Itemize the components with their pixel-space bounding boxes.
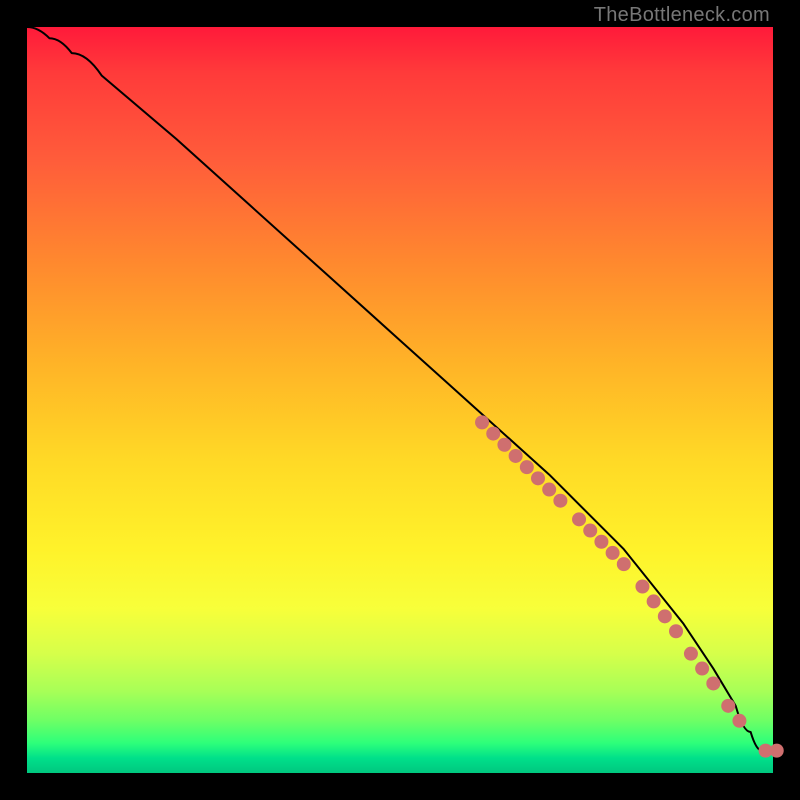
scatter-point: [509, 449, 523, 463]
scatter-point: [770, 744, 784, 758]
scatter-point: [475, 415, 489, 429]
scatter-point: [531, 471, 545, 485]
watermark-text: TheBottleneck.com: [594, 4, 770, 27]
scatter-point: [594, 535, 608, 549]
scatter-point: [721, 699, 735, 713]
scatter-point: [497, 438, 511, 452]
scatter-point: [669, 624, 683, 638]
chart-overlay: [27, 27, 773, 773]
scatter-point: [635, 580, 649, 594]
scatter-point: [486, 427, 500, 441]
scatter-point: [706, 676, 720, 690]
scatter-point: [695, 662, 709, 676]
scatter-point: [542, 483, 556, 497]
scatter-point: [572, 512, 586, 526]
scatter-point: [583, 524, 597, 538]
scatter-point: [520, 460, 534, 474]
chart-curve: [27, 27, 773, 751]
chart-scatter-points: [475, 415, 784, 757]
scatter-point: [553, 494, 567, 508]
scatter-point: [684, 647, 698, 661]
scatter-point: [647, 594, 661, 608]
scatter-point: [617, 557, 631, 571]
scatter-point: [732, 714, 746, 728]
scatter-point: [658, 609, 672, 623]
chart-stage: TheBottleneck.com: [0, 0, 800, 800]
scatter-point: [606, 546, 620, 560]
